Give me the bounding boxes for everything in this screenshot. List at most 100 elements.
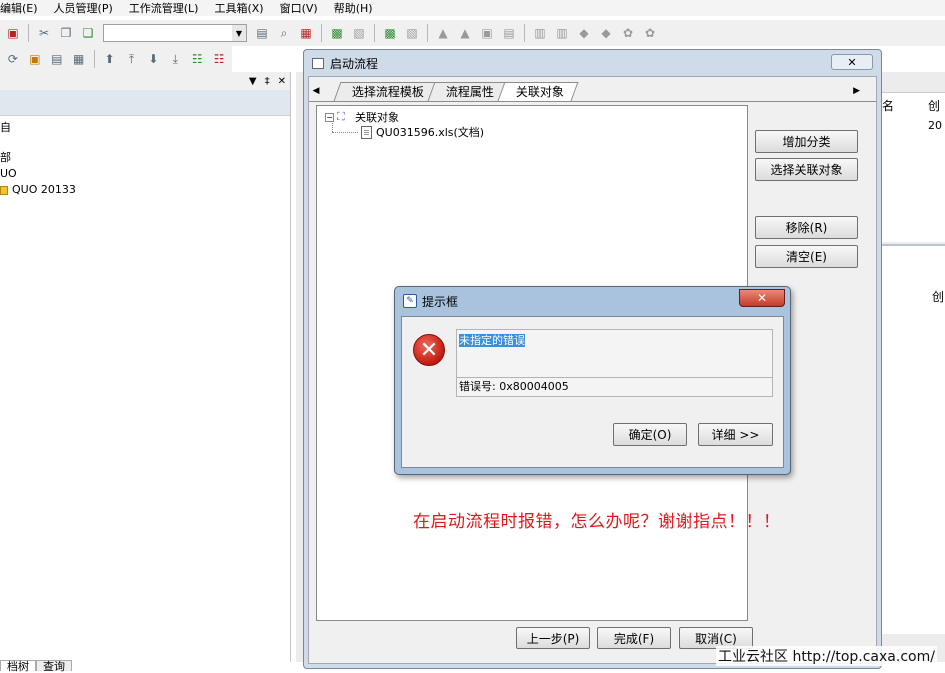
menu-toolbox[interactable]: 工具箱(X): [206, 0, 271, 16]
tab-scroll-left-icon[interactable]: ◀: [309, 81, 323, 101]
column-header-name[interactable]: 名: [882, 97, 894, 114]
move-down-icon[interactable]: ⬇: [143, 49, 163, 69]
tree-root[interactable]: − ⛶ 关联对象: [325, 109, 399, 125]
tree-item[interactable]: 自: [0, 120, 290, 136]
dialog-titlebar: 启动流程: [304, 50, 881, 76]
left-panel: ▼ ‡ ✕ 自 部 UO QUO 20133: [0, 72, 291, 662]
edit-doc-icon[interactable]: ▧: [349, 23, 369, 43]
clear-list-icon[interactable]: ☷: [209, 49, 229, 69]
tab-query[interactable]: 查询: [36, 660, 72, 672]
toolbar-separator: [321, 24, 322, 42]
tab-doc-tree[interactable]: 档树: [0, 660, 36, 672]
column-header-created[interactable]: 创: [928, 97, 940, 114]
replace-icon[interactable]: ▦: [296, 23, 316, 43]
paste-icon[interactable]: ❏: [78, 23, 98, 43]
menu-edit[interactable]: 编辑(E): [0, 0, 46, 16]
ok-button[interactable]: 确定(O): [613, 423, 687, 446]
tab-select-template[interactable]: 选择流程模板: [333, 82, 439, 101]
collapse-icon[interactable]: −: [325, 112, 334, 122]
gear-icon[interactable]: ✿: [640, 23, 660, 43]
move-up-icon[interactable]: ⬆: [100, 49, 120, 69]
main-toolbar: ▣ ✂ ❐ ❏ ▼ ▤ ⌕ ▦ ▩ ▧ ▩ ▧ ▲ ▲ ▣ ▤ ▥ ▥ ◆ ◆ …: [0, 20, 945, 46]
tab-label: 关联对象: [515, 85, 564, 99]
tree-child-label: QU031596.xls(文档): [376, 126, 485, 139]
add-category-button[interactable]: 增加分类: [755, 130, 858, 153]
view-icon[interactable]: ▦: [69, 49, 89, 69]
copy-icon[interactable]: ❐: [56, 23, 76, 43]
tab-label: 流程属性: [445, 85, 494, 99]
select-list-icon[interactable]: ☷: [187, 49, 207, 69]
error-dialog-title: 提示框: [422, 294, 459, 309]
print-preview-icon[interactable]: ▲: [455, 23, 475, 43]
annotation-text: 在启动流程时报错，怎么办呢？谢谢指点！！！: [413, 512, 781, 532]
column-header-created[interactable]: 创: [932, 288, 944, 305]
move-top-icon[interactable]: ⤒: [122, 49, 142, 69]
close-icon[interactable]: ✕: [278, 76, 286, 87]
folder-icon[interactable]: ▣: [25, 49, 45, 69]
network-icon: ⛶: [337, 110, 345, 123]
watermark: 工业云社区 http://top.caxa.com/: [716, 646, 937, 666]
tab-label: 选择流程模板: [351, 85, 424, 99]
tab-related-objects[interactable]: 关联对象: [497, 82, 579, 101]
toolbar-separator: [93, 50, 95, 68]
pin-icon[interactable]: ‡: [265, 76, 270, 87]
left-panel-caption: [0, 90, 290, 116]
sign-icon[interactable]: ▣: [477, 23, 497, 43]
clear-button[interactable]: 清空(E): [755, 245, 858, 268]
print-icon[interactable]: ▲: [433, 23, 453, 43]
browse-icon[interactable]: ▤: [499, 23, 519, 43]
close-icon: ✕: [847, 55, 857, 69]
properties-icon[interactable]: ▤: [47, 49, 67, 69]
new-doc-icon[interactable]: ▩: [327, 23, 347, 43]
error-dialog-body: ✕ 未指定的错误 错误号: 0x80004005 确定(O) 详细 >>: [401, 316, 784, 468]
dialog-title: 启动流程: [330, 56, 379, 71]
details-button[interactable]: 详细 >>: [698, 423, 773, 446]
remove-button[interactable]: 移除(R): [755, 216, 858, 239]
find-icon[interactable]: ⌕: [274, 23, 294, 43]
select-related-button[interactable]: 选择关联对象: [755, 158, 858, 181]
app-icon: ✎: [403, 294, 417, 308]
flow-edit-icon[interactable]: ▥: [552, 23, 572, 43]
window-icon: [312, 57, 324, 69]
checkin-icon[interactable]: ▩: [380, 23, 400, 43]
close-icon: ✕: [756, 291, 768, 305]
finish-button[interactable]: 完成(F): [597, 627, 671, 649]
menu-workflow[interactable]: 工作流管理(L): [121, 0, 207, 16]
close-button[interactable]: ✕: [739, 289, 785, 307]
toolbar-combo[interactable]: ▼: [103, 24, 247, 42]
settings-icon[interactable]: ✿: [618, 23, 638, 43]
tree-item[interactable]: UO: [0, 166, 290, 182]
menu-window[interactable]: 窗口(V): [272, 0, 326, 16]
left-panel-header: ▼ ‡ ✕: [0, 72, 290, 90]
prev-button[interactable]: 上一步(P): [516, 627, 590, 649]
tab-scroll-right-icon[interactable]: ▶: [853, 81, 860, 101]
tree-item-quo[interactable]: QUO 20133: [0, 182, 290, 198]
chevron-down-icon[interactable]: ▼: [232, 25, 246, 41]
tab-bar: ◀ 选择流程模板 流程属性 关联对象: [309, 81, 876, 101]
tree-item[interactable]: 部: [0, 150, 290, 166]
bottom-tabs: 档树 查询: [0, 660, 72, 672]
close-button[interactable]: ✕: [831, 54, 873, 70]
error-dialog: ✎ 提示框 ✕ ✕ 未指定的错误 错误号: 0x80004005 确定(O) 详…: [394, 286, 791, 475]
tree-item-label: QUO 20133: [12, 183, 76, 196]
flow-icon[interactable]: ▥: [530, 23, 550, 43]
menu-personnel[interactable]: 人员管理(P): [46, 0, 121, 16]
toolbar-separator: [524, 24, 525, 42]
clipboard-icon[interactable]: ▤: [252, 23, 272, 43]
tree-connector: [332, 132, 358, 133]
move-bottom-icon[interactable]: ⤓: [165, 49, 185, 69]
error-message: 未指定的错误: [459, 334, 525, 347]
tab-flow-properties[interactable]: 流程属性: [427, 82, 509, 101]
dropdown-arrow-icon[interactable]: ▼: [249, 76, 257, 87]
checkout-icon[interactable]: ▧: [402, 23, 422, 43]
menubar: 编辑(E) 人员管理(P) 工作流管理(L) 工具箱(X) 窗口(V) 帮助(H…: [0, 0, 945, 16]
flow-stop-icon[interactable]: ◆: [596, 23, 616, 43]
delete-icon[interactable]: ▣: [3, 23, 23, 43]
cut-icon[interactable]: ✂: [34, 23, 54, 43]
flow-start-icon[interactable]: ◆: [574, 23, 594, 43]
tree-child[interactable]: QU031596.xls(文档): [361, 124, 484, 140]
detail-list: 创: [880, 244, 945, 634]
menu-help[interactable]: 帮助(H): [326, 0, 381, 16]
error-message-box[interactable]: 未指定的错误: [456, 329, 773, 378]
refresh-icon[interactable]: ⟳: [3, 49, 23, 69]
